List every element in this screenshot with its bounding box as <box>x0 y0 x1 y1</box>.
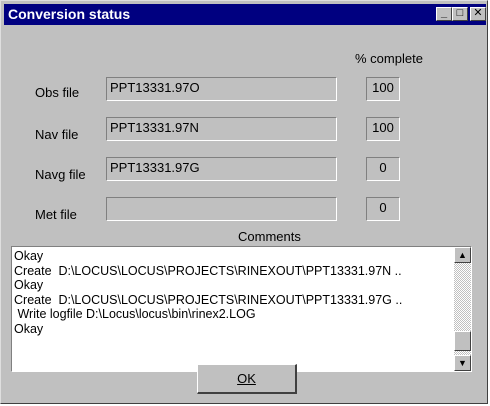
title-bar[interactable]: Conversion status _ □ ✕ <box>4 4 486 25</box>
obs-file-label: Obs file <box>35 85 80 100</box>
nav-file-label: Nav file <box>35 127 79 142</box>
close-icon: ✕ <box>473 7 483 19</box>
comment-line: Create D:\LOCUS\LOCUS\PROJECTS\RINEXOUT\… <box>14 292 403 307</box>
maximize-icon: □ <box>456 7 464 19</box>
scroll-down-button[interactable]: ▼ <box>454 355 471 371</box>
nav-file-field: PPT13331.97N <box>106 117 337 141</box>
met-file-field <box>106 197 337 221</box>
ok-button[interactable]: OK <box>197 364 297 394</box>
navg-file-label: Navg file <box>35 167 86 182</box>
scroll-up-button[interactable]: ▲ <box>454 247 471 263</box>
comments-scrollbar[interactable]: ▲ ▼ <box>454 247 471 371</box>
met-file-label: Met file <box>35 207 77 222</box>
conversion-status-dialog: Conversion status _ □ ✕ % complete Obs f… <box>0 0 488 404</box>
comment-line: Create D:\LOCUS\LOCUS\PROJECTS\RINEXOUT\… <box>14 263 402 278</box>
navg-file-percent: 0 <box>366 157 400 181</box>
minimize-button[interactable]: _ <box>436 7 452 21</box>
nav-file-percent: 100 <box>366 117 400 141</box>
scroll-thumb[interactable] <box>454 331 471 351</box>
maximize-button[interactable]: □ <box>452 7 468 21</box>
arrow-down-icon: ▼ <box>458 358 467 368</box>
window-title: Conversion status <box>8 6 131 22</box>
percent-complete-header: % complete <box>355 51 423 66</box>
comments-memo[interactable]: Okay Create D:\LOCUS\LOCUS\PROJECTS\RINEX… <box>11 246 472 372</box>
met-file-percent: 0 <box>366 197 400 221</box>
comments-text[interactable]: Okay Create D:\LOCUS\LOCUS\PROJECTS\RINEX… <box>14 249 454 336</box>
comment-line: Okay <box>14 278 44 292</box>
navg-file-field: PPT13331.97G <box>106 157 337 181</box>
obs-file-percent: 100 <box>366 77 400 101</box>
comment-line: Write logfile D:\Locus\locus\bin\rinex2.… <box>14 307 256 321</box>
comment-line: Okay <box>14 249 44 263</box>
minimize-icon: _ <box>440 7 448 19</box>
close-button[interactable]: ✕ <box>470 7 486 21</box>
arrow-up-icon: ▲ <box>458 250 467 260</box>
obs-file-field: PPT13331.97O <box>106 77 337 101</box>
comments-label: Comments <box>238 229 301 244</box>
comment-line: Okay <box>14 321 44 336</box>
